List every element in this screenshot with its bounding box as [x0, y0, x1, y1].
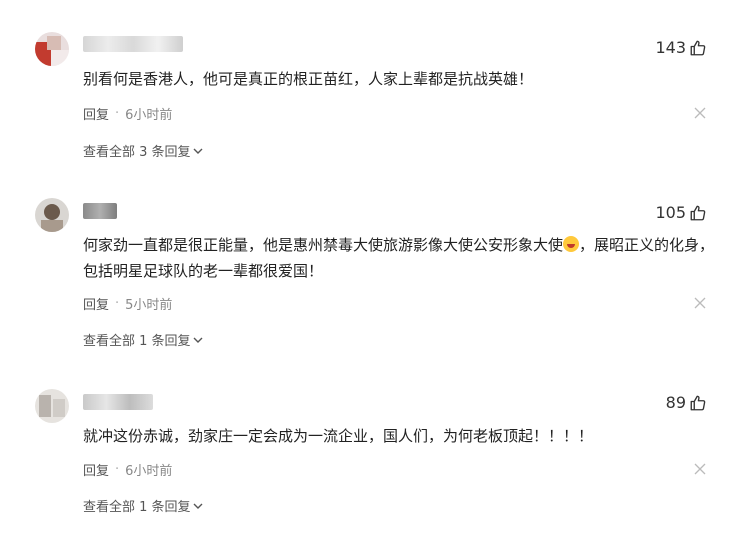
- view-replies-label: 查看全部 3 条回复: [83, 145, 191, 160]
- close-icon[interactable]: [694, 463, 706, 475]
- avatar[interactable]: [35, 32, 69, 66]
- view-replies-link[interactable]: 查看全部 1 条回复: [83, 330, 203, 349]
- chevron-down-icon: [193, 337, 203, 343]
- view-replies-link[interactable]: 查看全部 3 条回复: [83, 141, 203, 160]
- like-button[interactable]: 89: [666, 393, 707, 412]
- separator-dot: ·: [115, 106, 120, 121]
- chevron-down-icon: [193, 503, 203, 509]
- separator-dot: ·: [115, 296, 120, 311]
- like-button[interactable]: 105: [655, 203, 707, 222]
- like-count: 105: [655, 203, 686, 222]
- timestamp: 6小时前: [125, 108, 173, 123]
- comment-text: 别看何是香港人，他可是真正的根正苗红，人家上辈都是抗战英雄！: [83, 70, 534, 88]
- like-count: 143: [655, 38, 686, 57]
- chevron-down-icon: [193, 148, 203, 154]
- separator-dot: ·: [115, 462, 120, 477]
- close-icon[interactable]: [694, 107, 706, 119]
- comment-meta: 回复 · 5小时前: [83, 294, 172, 313]
- close-icon[interactable]: [694, 297, 706, 309]
- thumbs-up-icon: [690, 40, 706, 55]
- username-blurred[interactable]: [83, 394, 153, 410]
- reply-button[interactable]: 回复: [83, 104, 109, 123]
- timestamp: 6小时前: [125, 464, 173, 479]
- username-blurred[interactable]: [83, 36, 183, 52]
- username-blurred[interactable]: [83, 203, 117, 219]
- grin-emoji-icon: [563, 236, 580, 252]
- comment-meta: 回复 · 6小时前: [83, 104, 172, 123]
- avatar[interactable]: [35, 198, 69, 232]
- like-button[interactable]: 143: [655, 38, 707, 57]
- avatar[interactable]: [35, 389, 69, 423]
- view-replies-label: 查看全部 1 条回复: [83, 334, 191, 349]
- thumbs-up-icon: [690, 395, 706, 410]
- reply-button[interactable]: 回复: [83, 460, 109, 479]
- comment-meta: 回复 · 6小时前: [83, 460, 172, 479]
- comment-text: 就冲这份赤诚，劲家庄一定会成为一流企业，国人们，为何老板顶起！！！！: [83, 427, 594, 445]
- reply-button[interactable]: 回复: [83, 294, 109, 313]
- comment-text: 何家劲一直都是很正能量，他是惠州禁毒大使旅游影像大使公安形象大使 ，展昭正义的化身…: [83, 232, 715, 284]
- view-replies-label: 查看全部 1 条回复: [83, 500, 191, 515]
- like-count: 89: [665, 393, 686, 412]
- comment-text-part: 何家劲一直都是很正能量，他是惠州禁毒大使旅游影像大使公安形象大使: [83, 236, 564, 254]
- view-replies-link[interactable]: 查看全部 1 条回复: [83, 496, 203, 515]
- timestamp: 5小时前: [125, 298, 173, 313]
- thumbs-up-icon: [690, 205, 706, 220]
